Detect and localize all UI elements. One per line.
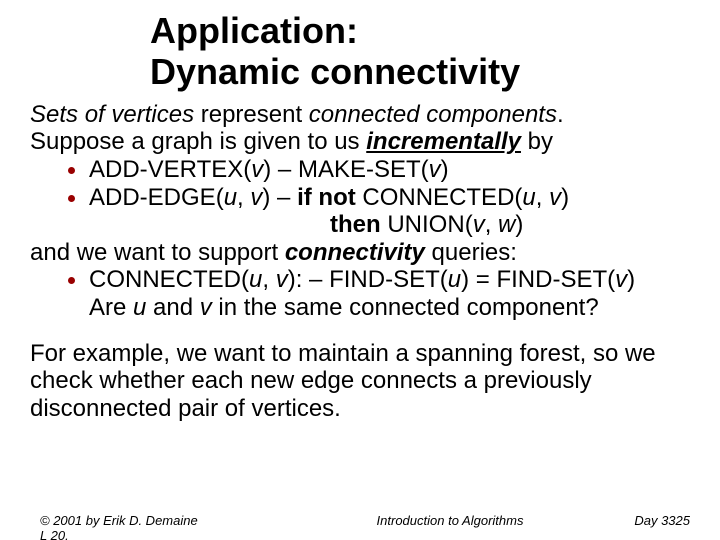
text-sets-of-vertices: Sets of vertices (30, 101, 194, 128)
q-v: v (200, 294, 212, 321)
paragraph-sets: Sets of vertices represent connected com… (30, 101, 698, 129)
dash: – (270, 184, 297, 211)
var-v2: v (615, 266, 627, 293)
find-set-op-1: FIND-SET (329, 266, 440, 293)
bullet-connected: CONNECTED(u, v): – FIND-SET(u) = FIND-SE… (68, 266, 698, 294)
example-paragraph: For example, we want to maintain a spann… (30, 340, 698, 423)
union-op: UNION (387, 211, 464, 238)
footer: © 2001 by Erik D. Demaine L 20. Introduc… (0, 513, 720, 540)
slide-body: Sets of vertices represent connected com… (30, 101, 698, 322)
comma: , (485, 211, 498, 238)
text-suppose-prefix: Suppose a graph is given to us (30, 128, 366, 155)
lecture-number: L 20. (40, 528, 69, 540)
connected-op: CONNECTED (362, 184, 514, 211)
footer-center: Introduction to Algorithms (300, 513, 600, 528)
add-vertex-op: ADD-VERTEX (89, 156, 243, 183)
eq: = (469, 266, 496, 293)
q-rest: in the same connected component? (212, 294, 599, 321)
make-set-op: MAKE-SET (298, 156, 421, 183)
copyright: © 2001 by Erik D. Demaine (40, 513, 198, 528)
slide-title: Application: Dynamic connectivity (150, 10, 720, 93)
question-line: Are u and v in the same connected compon… (89, 294, 698, 322)
var-u: u (249, 266, 262, 293)
bullet-dot-icon (68, 277, 75, 284)
title-line-1: Application: (150, 10, 358, 51)
paragraph-suppose: Suppose a graph is given to us increment… (30, 128, 698, 156)
comma: , (237, 184, 250, 211)
connected-op: CONNECTED (89, 266, 241, 293)
bullet-add-edge-text: ADD-EDGE(u, v) – if not CONNECTED(u, v) (89, 184, 698, 212)
add-edge-op: ADD-EDGE (89, 184, 216, 211)
lp: ( (241, 266, 249, 293)
lp: ( (216, 184, 224, 211)
q-are: Are (89, 294, 133, 321)
text-period: . (557, 101, 564, 128)
var-v2: v (429, 156, 441, 183)
lp2: ( (421, 156, 429, 183)
if-not: if not (297, 184, 356, 211)
lp3: ( (607, 266, 615, 293)
paragraph-support: and we want to support connectivity quer… (30, 239, 698, 267)
var-v: v (250, 184, 262, 211)
set-tail: SET (560, 266, 607, 293)
support-suffix: queries: (425, 239, 517, 266)
footer-right: Day 3325 (600, 513, 690, 528)
q-and: and (146, 294, 199, 321)
rp2: ) (441, 156, 449, 183)
rp2: ) (461, 266, 469, 293)
text-incrementally: incrementally (366, 128, 521, 155)
var-v: v (473, 211, 485, 238)
var-u2: u (448, 266, 461, 293)
lp2: ( (440, 266, 448, 293)
footer-left: © 2001 by Erik D. Demaine L 20. (40, 513, 300, 540)
rp2: ) (561, 184, 569, 211)
bullet-dot-icon (68, 195, 75, 202)
colon-dash: : – (296, 266, 329, 293)
var-v: v (276, 266, 288, 293)
then-kw: then (330, 211, 381, 238)
q-u: u (133, 294, 146, 321)
var-u2: u (522, 184, 535, 211)
bullet-add-vertex-text: ADD-VERTEX(v) – MAKE-SET(v) (89, 156, 698, 184)
comma: , (262, 266, 275, 293)
var-u: u (224, 184, 237, 211)
rp3: ) (627, 266, 635, 293)
title-line-2: Dynamic connectivity (150, 51, 520, 92)
rp: ) (288, 266, 296, 293)
text-represent: represent (194, 101, 309, 128)
bullet-dot-icon (68, 167, 75, 174)
dash: – (271, 156, 298, 183)
var-v2: v (549, 184, 561, 211)
then-union-line: then UNION(v, w) (330, 211, 698, 239)
connectivity-word: connectivity (285, 239, 425, 266)
var-v: v (251, 156, 263, 183)
bullet-add-vertex: ADD-VERTEX(v) – MAKE-SET(v) (68, 156, 698, 184)
comma2: , (536, 184, 549, 211)
text-connected-components: connected components (309, 101, 557, 128)
find-hyph: FIND- (496, 266, 560, 293)
slide: Application: Dynamic connectivity Sets o… (0, 10, 720, 540)
bullet-add-edge: ADD-EDGE(u, v) – if not CONNECTED(u, v) (68, 184, 698, 212)
var-w: w (498, 211, 515, 238)
rp: ) (515, 211, 523, 238)
bullet-connected-text: CONNECTED(u, v): – FIND-SET(u) = FIND-SE… (89, 266, 698, 294)
support-prefix: and we want to support (30, 239, 285, 266)
lp: ( (465, 211, 473, 238)
text-suppose-suffix: by (521, 128, 553, 155)
